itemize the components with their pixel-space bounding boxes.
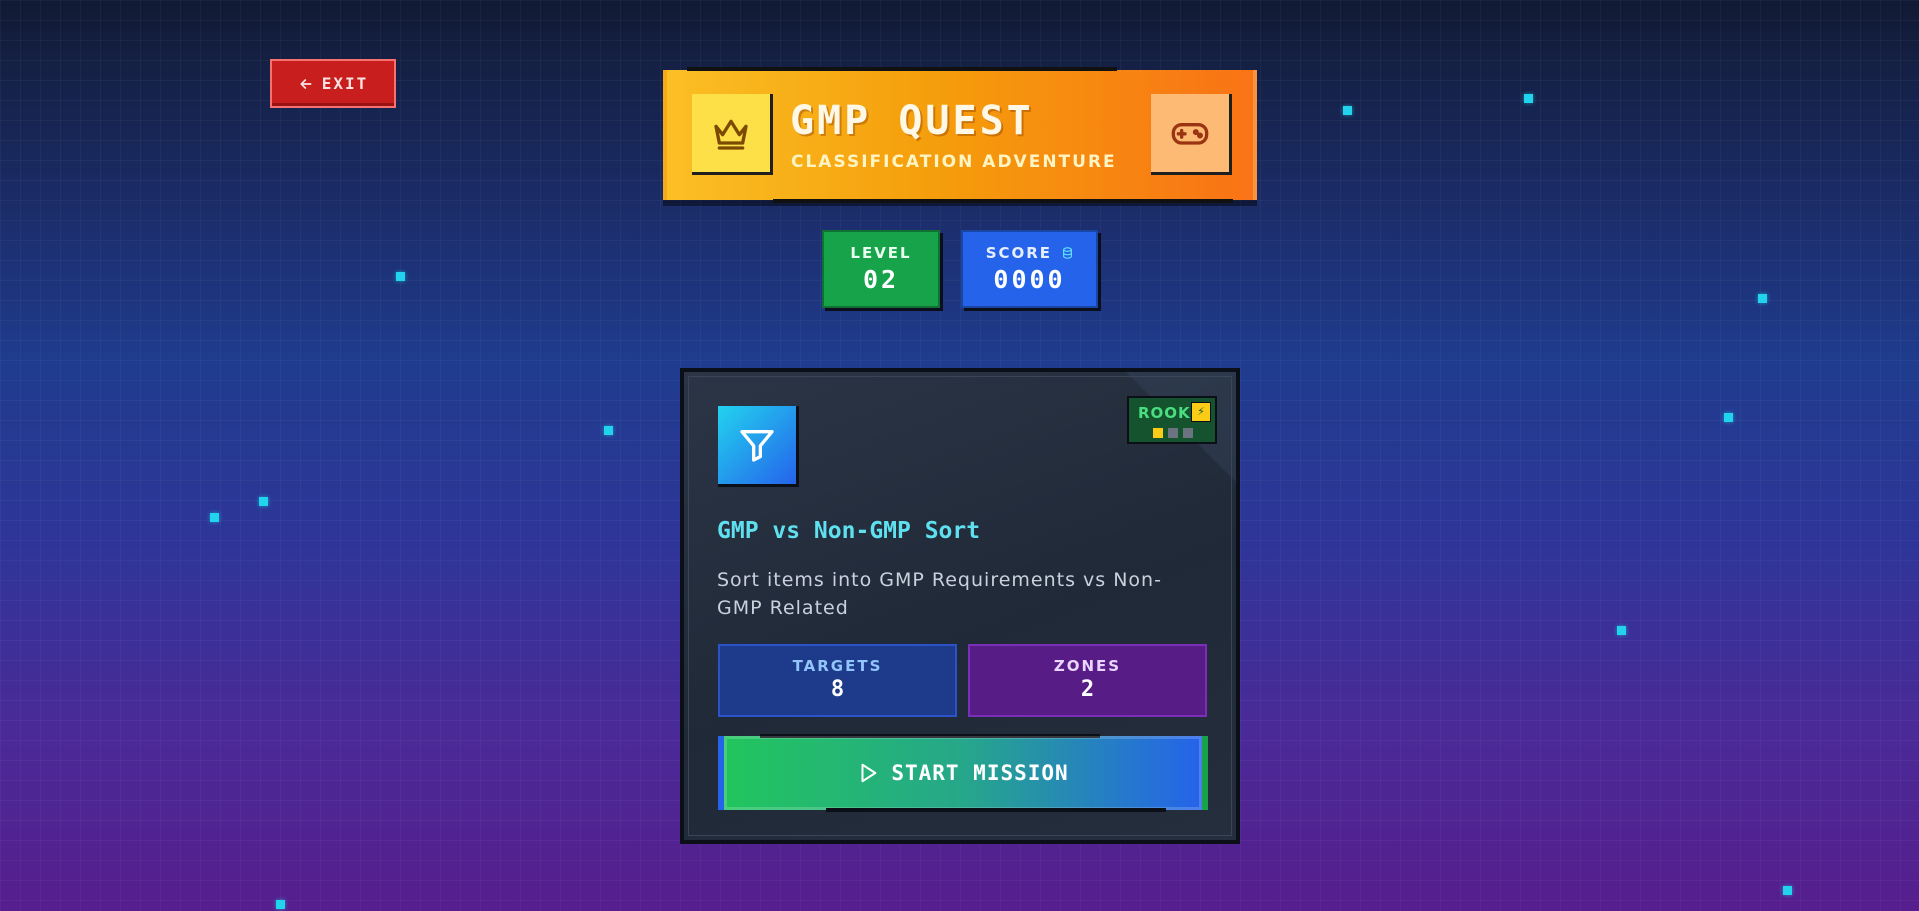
difficulty-dots [1153,428,1193,438]
zones-value: 2 [1080,677,1095,702]
gamepad-icon [1171,123,1209,145]
difficulty-dot [1168,428,1178,438]
decorative-pixel [1724,413,1733,422]
level-chip: LEVEL 02 [822,230,940,308]
difficulty-badge: ROOKIE ⚡ [1127,396,1217,444]
gamepad-tile [1151,94,1232,175]
lightning-icon: ⚡ [1191,402,1211,422]
decorative-pixel [1783,886,1792,895]
crown-tile [692,94,773,175]
play-icon [861,763,877,783]
mission-title: GMP vs Non-GMP Sort [717,518,981,544]
decorative-pixel [1617,626,1626,635]
start-mission-button[interactable]: START MISSION [718,734,1208,812]
score-label: SCORE [985,244,1053,262]
arrow-left-icon [300,78,312,89]
level-label: LEVEL [850,244,912,262]
mission-icon-tile [718,406,799,487]
decorative-pixel [604,426,613,435]
title-banner: GMP QUEST CLASSIFICATION ADVENTURE [663,67,1257,203]
difficulty-dot [1153,428,1163,438]
targets-label: TARGETS [792,657,883,675]
targets-stat: TARGETS 8 [718,644,957,717]
level-value: 02 [862,265,900,294]
game-subtitle: CLASSIFICATION ADVENTURE [791,152,1117,172]
start-mission-label: START MISSION [891,761,1069,785]
crown-icon [714,119,748,150]
decorative-pixel [259,497,268,506]
difficulty-dot [1183,428,1193,438]
score-label-row: SCORE [963,244,1096,262]
decorative-pixel [1758,294,1767,303]
exit-button[interactable]: EXIT [270,59,396,108]
exit-label: EXIT [321,74,369,93]
filter-icon [740,430,774,462]
score-chip: SCORE 0000 [961,230,1098,308]
coin-stack-icon [1063,247,1073,259]
decorative-pixel [1343,106,1352,115]
decorative-pixel [276,900,285,909]
score-value: 0000 [993,265,1066,294]
mission-card: ROOKIE ⚡ GMP vs Non-GMP Sort Sort items … [680,368,1240,844]
mission-description: Sort items into GMP Requirements vs Non-… [717,569,1162,619]
zones-label: ZONES [1053,657,1122,675]
game-title: GMP QUEST [790,98,1034,144]
decorative-pixel [1524,94,1533,103]
decorative-pixel [210,513,219,522]
decorative-pixel [396,272,405,281]
zones-stat: ZONES 2 [968,644,1207,717]
targets-value: 8 [830,677,845,702]
